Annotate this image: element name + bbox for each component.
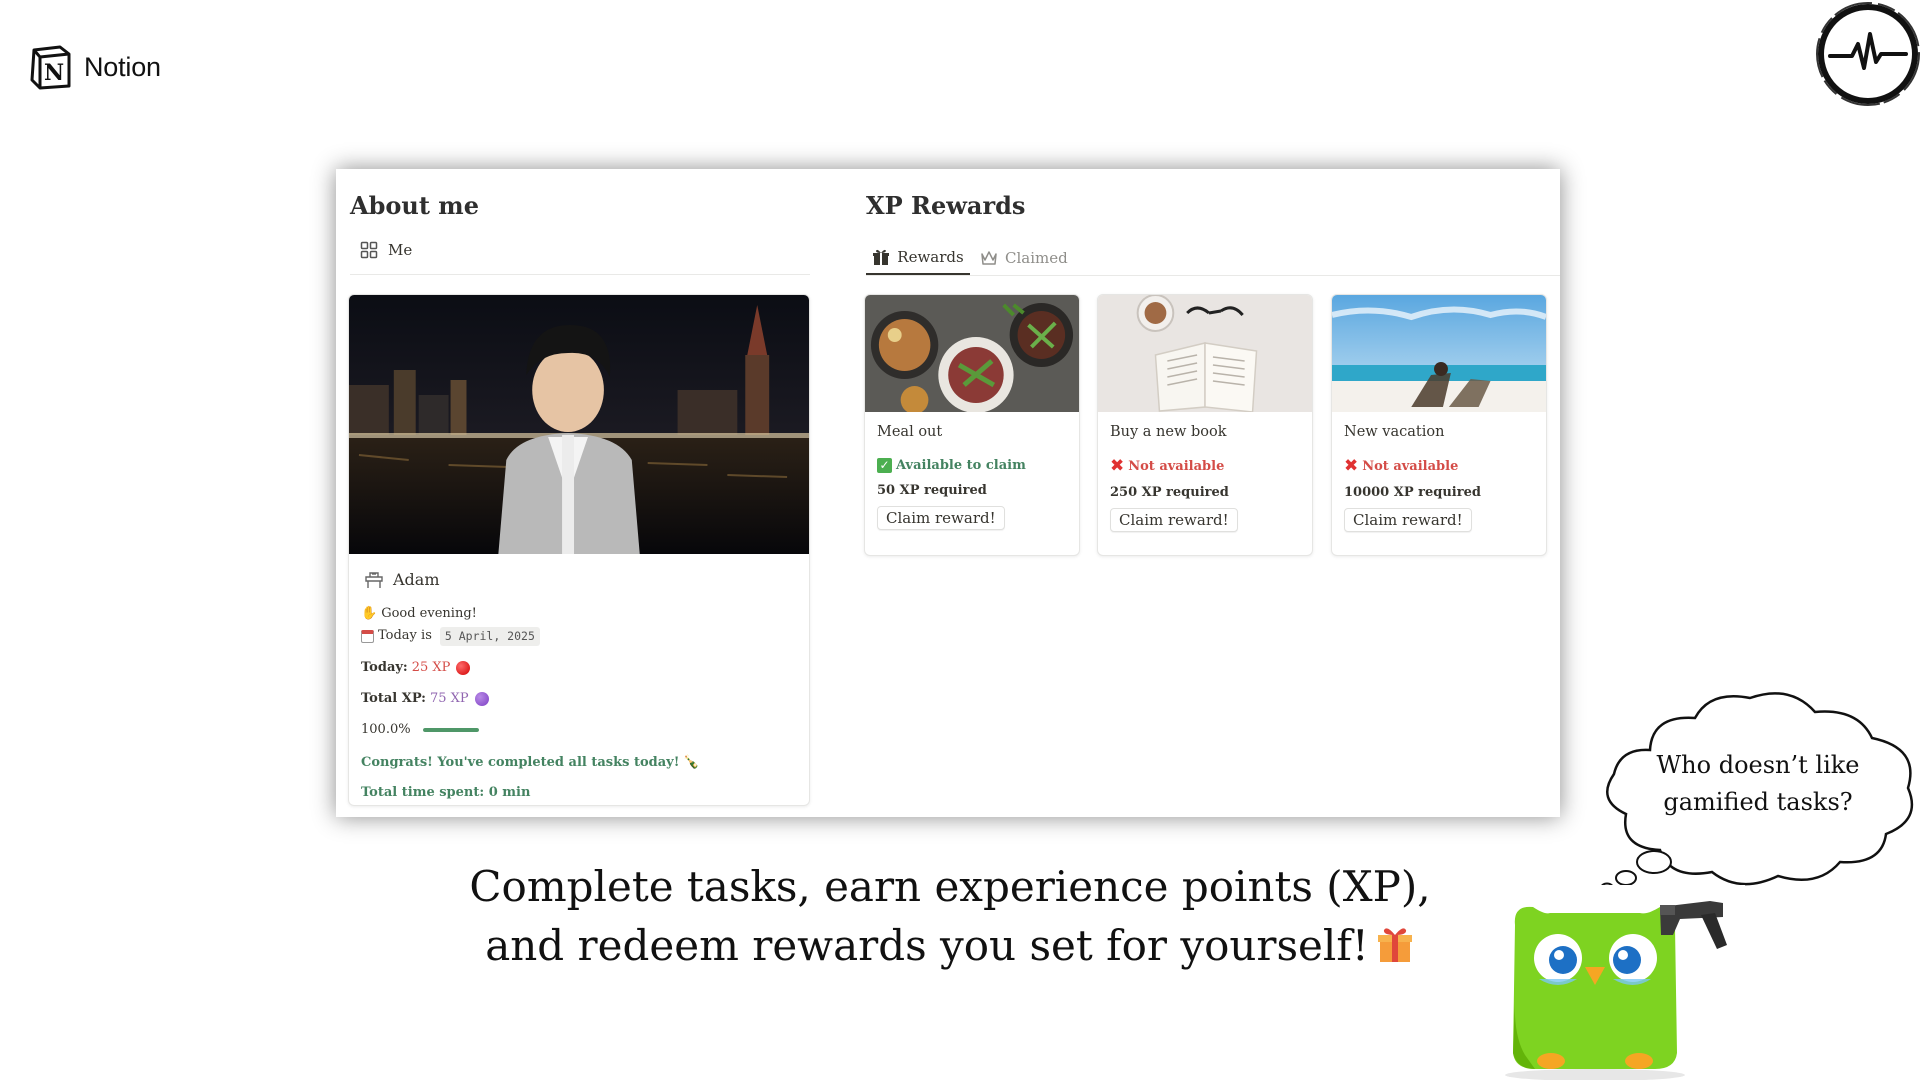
thought-line-2: gamified tasks? — [1663, 788, 1853, 816]
view-tab-label: Me — [388, 241, 413, 259]
date-mention[interactable]: 5 April, 2025 — [439, 626, 540, 646]
today-date-row: Today is 5 April, 2025 — [361, 626, 797, 646]
cross-mark-icon: ✖ — [1344, 456, 1359, 476]
caption: Complete tasks, earn experience points (… — [430, 857, 1470, 975]
greeting-text: Good evening! — [381, 606, 477, 621]
progress-percent: 100.0% — [361, 721, 411, 737]
time-spent-text: Total time spent: 0 min — [361, 785, 531, 801]
view-tab-me[interactable]: Me — [360, 241, 412, 259]
reward-card-new-book[interactable]: Buy a new book ✖ Not available 250 XP re… — [1097, 294, 1313, 556]
reward-status: ✓ Available to claim — [877, 458, 1067, 473]
notion-logo: N Notion — [28, 44, 161, 90]
reward-requirement: 50 XP required — [877, 483, 987, 498]
progress-bar — [422, 728, 479, 733]
congrats-row: Congrats! You've completed all tasks tod… — [361, 755, 797, 772]
reward-requirement: 10000 XP required — [1344, 485, 1481, 500]
congrats-text: Congrats! You've completed all tasks tod… — [361, 754, 680, 770]
total-xp-label: Total XP: — [361, 690, 426, 706]
thought-line-1: Who doesn’t like — [1656, 751, 1860, 779]
party-popper-icon: 🍾 — [683, 754, 700, 770]
today-xp-value: 25 XP — [411, 659, 451, 675]
cross-mark-icon: ✖ — [1110, 456, 1125, 476]
reward-status: ✖ Not available — [1110, 458, 1300, 475]
tab-claimed-label: Claimed — [1005, 249, 1068, 267]
gallery-grid-icon — [360, 241, 378, 259]
progress-bar-fill — [422, 728, 479, 733]
calendar-icon — [361, 629, 374, 643]
notion-wordmark: Notion — [84, 51, 161, 82]
notion-icon: N — [30, 45, 71, 90]
today-label: Today is — [378, 627, 432, 643]
reward-requirement: 250 XP required — [1110, 485, 1229, 500]
today-xp-row: Today: 25 XP — [361, 660, 797, 677]
tab-rewards-label: Rewards — [897, 248, 964, 266]
reward-name: Meal out — [877, 424, 943, 440]
rewards-tab-bar: Rewards Claimed — [866, 233, 1560, 276]
caption-line-2: and redeem rewards you set for yourself! — [485, 921, 1369, 970]
reward-status: ✖ Not available — [1344, 458, 1534, 475]
profile-name-row: Adam — [363, 568, 797, 590]
svg-text:N: N — [44, 60, 64, 86]
gift-icon — [873, 249, 890, 265]
red-circle-icon — [456, 661, 471, 676]
reward-name: Buy a new book — [1110, 424, 1227, 440]
divider — [350, 274, 810, 275]
reward-status-text: Available to claim — [896, 458, 1026, 473]
green-owl-mascot — [1455, 885, 1745, 1080]
gift-icon — [1377, 928, 1412, 962]
reward-name: New vacation — [1344, 424, 1445, 440]
tab-rewards[interactable]: Rewards — [866, 241, 970, 275]
caption-line-2-wrap: and redeem rewards you set for yourself! — [430, 916, 1470, 975]
total-xp-value: 75 XP — [429, 690, 469, 706]
pulse-logo-icon — [1816, 2, 1920, 106]
check-mark-icon: ✓ — [877, 458, 892, 473]
progress-row: 100.0% — [361, 722, 797, 739]
today-xp-label: Today: — [361, 659, 408, 675]
claim-reward-button[interactable]: Claim reward! — [1344, 508, 1472, 532]
piano-icon — [365, 572, 383, 588]
xp-rewards-heading: XP Rewards — [866, 191, 1026, 220]
claim-reward-button[interactable]: Claim reward! — [1110, 508, 1238, 532]
crown-icon — [981, 251, 997, 265]
waving-hand-icon: ✋ — [361, 606, 378, 621]
reward-status-text: Not available — [1362, 459, 1459, 474]
about-me-heading: About me — [350, 191, 479, 220]
reward-status-text: Not available — [1128, 459, 1225, 474]
reward-card-new-vacation[interactable]: New vacation ✖ Not available 10000 XP re… — [1331, 294, 1547, 556]
reward-card-meal-out[interactable]: Meal out ✓ Available to claim 50 XP requ… — [864, 294, 1080, 556]
notion-page-panel: About me Me Adam ✋ Good evening! Today i… — [336, 169, 1560, 817]
claim-reward-button[interactable]: Claim reward! — [877, 506, 1005, 530]
total-xp-row: Total XP: 75 XP — [361, 691, 797, 708]
book-photo — [1098, 295, 1312, 412]
beach-photo — [1332, 295, 1546, 412]
tab-claimed[interactable]: Claimed — [980, 241, 1068, 275]
profile-photo — [349, 295, 809, 554]
profile-card[interactable]: Adam ✋ Good evening! Today is 5 April, 2… — [348, 294, 810, 806]
time-spent-row: Total time spent: 0 min — [361, 785, 797, 802]
food-photo — [865, 295, 1079, 412]
purple-circle-icon — [474, 692, 489, 707]
thought-text: Who doesn’t like gamified tasks? — [1638, 747, 1878, 821]
caption-line-1: Complete tasks, earn experience points (… — [469, 862, 1431, 911]
greeting-row: ✋ Good evening! — [361, 606, 797, 623]
profile-name: Adam — [393, 569, 440, 589]
